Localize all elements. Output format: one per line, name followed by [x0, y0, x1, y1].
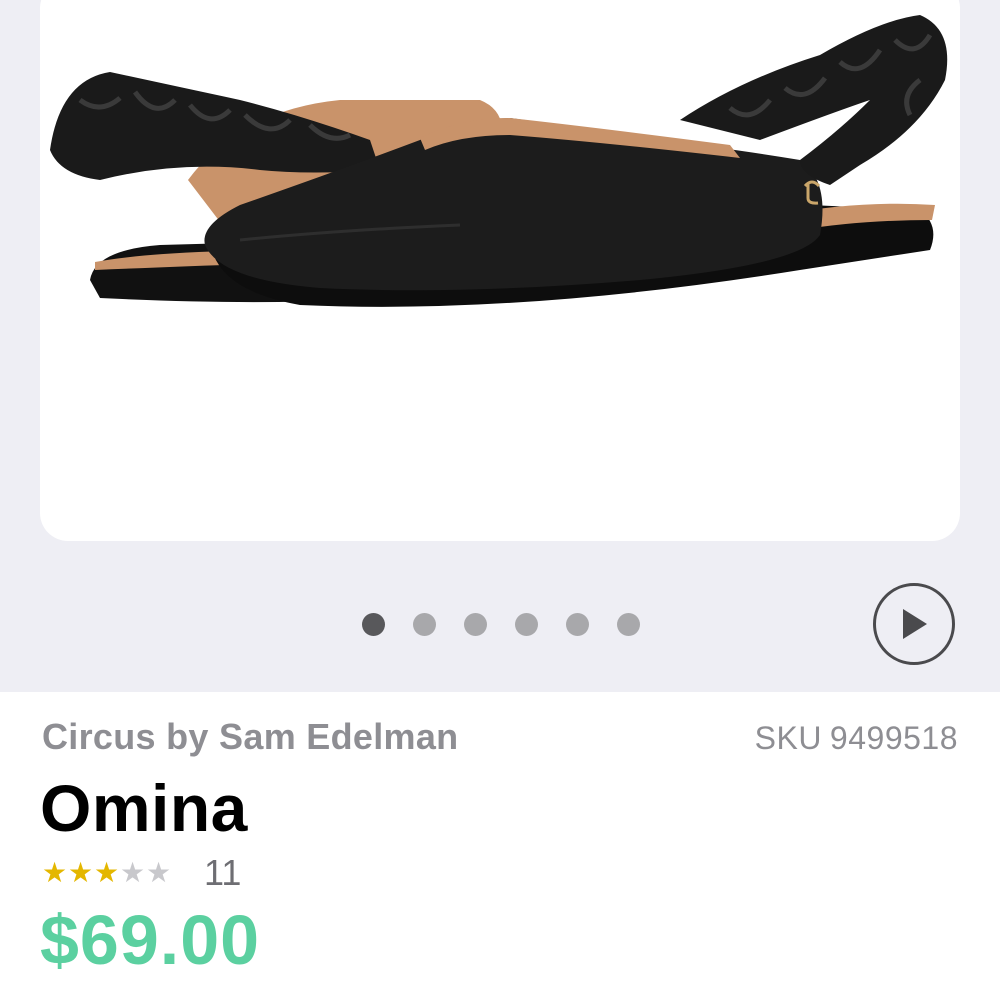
product-name: Omina	[40, 771, 248, 845]
brand-name[interactable]: Circus by Sam Edelman	[42, 716, 458, 758]
play-button[interactable]	[873, 583, 955, 665]
page-dot-5[interactable]	[566, 612, 589, 636]
sku-value: 9499518	[829, 720, 958, 756]
shoe-image	[50, 15, 948, 307]
rating[interactable]: ★ ★ ★ ★ ★ 11	[42, 852, 241, 894]
product-gallery	[0, 0, 1000, 692]
star-icon: ★	[146, 857, 172, 888]
gallery-pagination	[362, 612, 640, 636]
page-dot-2[interactable]	[413, 612, 436, 636]
star-rating: ★ ★ ★ ★ ★	[42, 859, 172, 887]
sku-label: SKU	[754, 720, 822, 756]
star-icon: ★	[68, 857, 94, 888]
product-image[interactable]	[40, 0, 960, 541]
star-icon: ★	[120, 857, 146, 888]
page-dot-3[interactable]	[464, 612, 487, 636]
play-icon	[903, 609, 927, 639]
review-count[interactable]: 11	[204, 852, 241, 894]
page-dot-6[interactable]	[617, 612, 640, 636]
star-icon: ★	[94, 857, 120, 888]
sku-text: SKU 9499518	[755, 720, 958, 757]
price: $69.00	[40, 901, 261, 979]
page-dot-4[interactable]	[515, 612, 538, 636]
star-icon: ★	[42, 857, 68, 888]
page-dot-1[interactable]	[362, 612, 385, 636]
